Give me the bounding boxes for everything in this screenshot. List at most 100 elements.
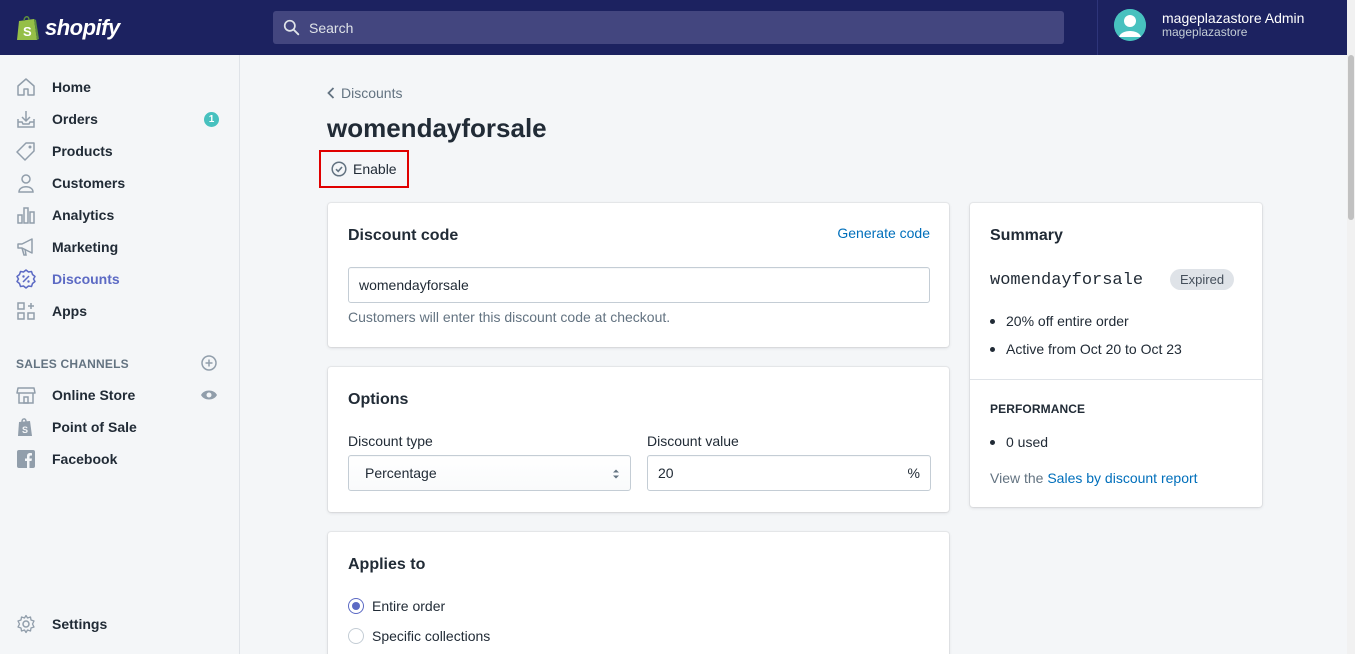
sidebar-item-label: Facebook (52, 451, 118, 467)
breadcrumb[interactable]: Discounts (327, 85, 402, 101)
summary-code: womendayforsale (990, 271, 1144, 290)
view-online-store-button[interactable] (200, 386, 218, 404)
sidebar-item-label: Marketing (52, 239, 119, 255)
sidebar-item-label: Point of Sale (52, 419, 137, 435)
discount-value-input[interactable]: 20 % (647, 455, 931, 491)
search-placeholder: Search (309, 19, 354, 36)
summary-detail-text: Active from Oct 20 to Oct 23 (1006, 341, 1182, 357)
applies-to-card: Applies to Entire order Specific collect… (328, 532, 949, 654)
home-icon (16, 77, 36, 97)
radio-entire-order[interactable]: Entire order (348, 598, 445, 614)
discount-value-label: Discount value (647, 433, 739, 449)
discount-code-heading: Discount code (348, 227, 459, 244)
summary-divider (970, 379, 1262, 380)
select-arrows-icon (613, 469, 619, 479)
check-circle-icon (331, 161, 347, 177)
options-card: Options Discount type Percentage Discoun… (328, 367, 949, 512)
sidebar-item-facebook[interactable]: Facebook (0, 443, 240, 475)
search-input[interactable]: Search (273, 11, 1064, 44)
orders-icon (16, 109, 36, 129)
bar-chart-icon (16, 205, 36, 225)
discount-type-value: Percentage (365, 465, 437, 481)
performance-item: 0 used (990, 434, 1048, 450)
sidebar-item-label: Analytics (52, 207, 115, 223)
sidebar-item-orders[interactable]: Orders 1 (0, 103, 240, 135)
sales-channels-heading: SALES CHANNELS (16, 357, 129, 371)
header-divider (1097, 0, 1098, 55)
sidebar-item-products[interactable]: Products (0, 135, 240, 167)
person-icon (16, 173, 36, 193)
report-prefix: View the (990, 470, 1044, 486)
status-badge: Expired (1170, 269, 1235, 290)
sidebar-item-label: Settings (52, 616, 108, 632)
chevron-left-icon (327, 87, 335, 99)
performance-heading: PERFORMANCE (990, 402, 1086, 416)
search-icon (283, 19, 300, 36)
svg-text:S: S (22, 425, 28, 435)
sidebar-item-home[interactable]: Home (0, 71, 240, 103)
radio-label: Specific collections (372, 628, 491, 644)
facebook-icon (16, 449, 36, 469)
sidebar-item-label: Discounts (52, 271, 120, 287)
page-scrollbar[interactable] (1347, 55, 1355, 654)
top-bar: S shopify Search mageplazastore Admin ma… (0, 0, 1355, 55)
gear-icon (16, 614, 36, 634)
discount-code-help: Customers will enter this discount code … (348, 309, 671, 325)
sidebar-item-customers[interactable]: Customers (0, 167, 240, 199)
brand-logo[interactable]: S shopify (0, 0, 240, 55)
radio-specific-collections[interactable]: Specific collections (348, 628, 490, 644)
sidebar-item-point-of-sale[interactable]: S Point of Sale (0, 411, 240, 443)
summary-heading: Summary (990, 227, 1063, 244)
radio-button[interactable] (348, 628, 364, 644)
sidebar-item-label: Apps (52, 303, 87, 319)
sidebar-item-apps[interactable]: Apps (0, 295, 240, 327)
radio-label: Entire order (372, 598, 446, 614)
user-menu[interactable]: mageplazastore Admin mageplazastore (1114, 9, 1304, 41)
apps-icon (16, 301, 36, 321)
sidebar-item-settings[interactable]: Settings (0, 608, 240, 640)
sidebar-item-label: Customers (52, 175, 126, 191)
store-icon (16, 385, 36, 405)
enable-button[interactable]: Enable (319, 150, 409, 188)
sidebar-item-discounts[interactable]: Discounts (0, 263, 240, 295)
sidebar-item-label: Products (52, 143, 113, 159)
user-name: mageplazastore Admin (1162, 10, 1305, 27)
avatar (1114, 9, 1146, 41)
sidebar-item-label: Home (52, 79, 91, 95)
scrollbar-track-top (1347, 0, 1355, 55)
sidebar-item-analytics[interactable]: Analytics (0, 199, 240, 231)
applies-to-heading: Applies to (348, 556, 426, 573)
scrollbar-thumb[interactable] (1348, 55, 1354, 220)
store-name: mageplazastore (1162, 25, 1248, 40)
orders-count-badge: 1 (204, 111, 219, 127)
summary-card: Summary womendayforsale Expired 20% off … (970, 203, 1262, 507)
plus-circle-icon (201, 355, 217, 371)
discount-code-value: womendayforsale (359, 277, 469, 293)
sidebar-item-label: Orders (52, 111, 98, 127)
shopify-bag-icon: S (17, 15, 39, 40)
breadcrumb-label: Discounts (341, 85, 403, 101)
radio-button-checked[interactable] (348, 598, 364, 614)
report-line: View the Sales by discount report (990, 470, 1198, 486)
discount-type-select[interactable]: Percentage (348, 455, 631, 491)
brand-name: shopify (45, 14, 120, 40)
megaphone-icon (16, 237, 36, 257)
sidebar-item-label: Online Store (52, 387, 136, 403)
summary-detail: 20% off entire order (990, 313, 1129, 329)
discount-code-card: Discount code Generate code womendayfors… (328, 203, 949, 347)
sidebar: Home Orders 1 Products Customers Analyti… (0, 55, 240, 654)
summary-detail-text: 20% off entire order (1006, 313, 1129, 329)
generate-code-link[interactable]: Generate code (837, 225, 930, 241)
add-sales-channel-button[interactable] (200, 354, 218, 372)
discount-type-label: Discount type (348, 433, 433, 449)
shopify-bag-icon: S (16, 417, 36, 437)
discount-icon (16, 269, 36, 289)
percent-suffix: % (907, 465, 920, 481)
discount-code-input[interactable]: womendayforsale (348, 267, 930, 303)
svg-text:S: S (23, 24, 32, 39)
user-silhouette-icon (1114, 9, 1146, 41)
sidebar-item-marketing[interactable]: Marketing (0, 231, 240, 263)
tag-icon (16, 141, 36, 161)
page-title: womendayforsale (327, 113, 547, 143)
sales-report-link[interactable]: Sales by discount report (1047, 470, 1197, 486)
